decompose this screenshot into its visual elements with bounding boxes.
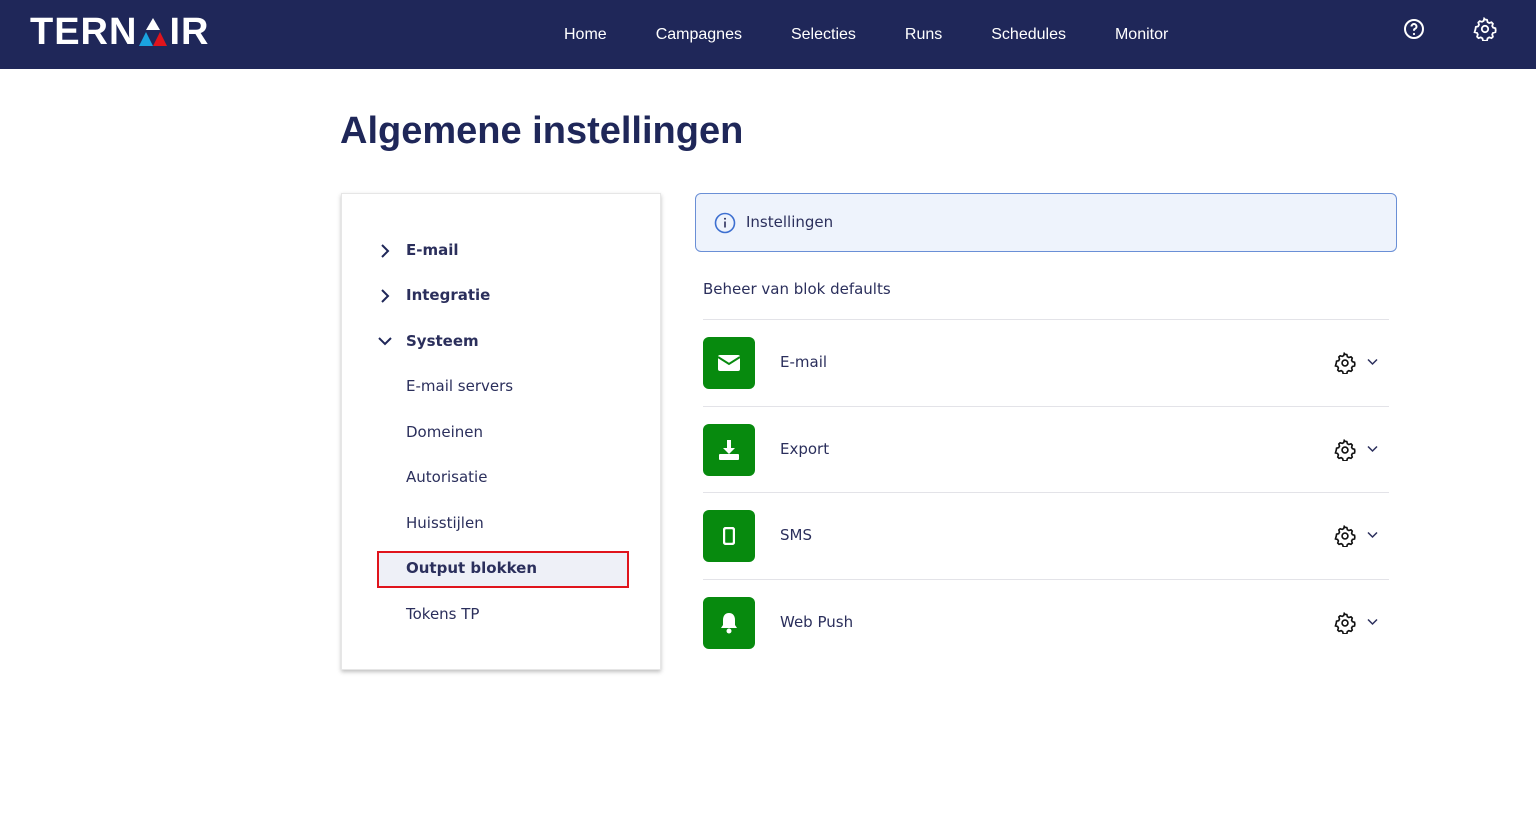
nav-monitor[interactable]: Monitor [1115,26,1168,44]
bell-icon [703,596,755,649]
nav-selecties[interactable]: Selecties [791,26,856,44]
sidebar-item-email[interactable]: E-mail [406,240,459,260]
block-label: Export [780,439,830,458]
sidebar-item-domeinen[interactable]: Domeinen [406,422,483,442]
sidebar-item-systeem[interactable]: Systeem [406,331,479,351]
chevron-down-icon[interactable] [1367,445,1378,453]
download-icon [703,423,755,476]
help-icon[interactable] [1402,17,1426,41]
block-row[interactable]: SMS [703,492,1389,579]
nav-campagnes[interactable]: Campagnes [656,26,742,44]
info-label: Instellingen [746,213,834,231]
logo-text-right: IR [169,10,210,53]
nav-home[interactable]: Home [564,26,607,44]
block-row[interactable]: Web Push [703,578,1389,666]
block-row[interactable]: Export [703,405,1389,493]
gear-icon[interactable] [1334,611,1356,635]
chevron-down-icon[interactable] [1367,531,1378,539]
sidebar-item-output-blokken[interactable]: Output blokken [406,558,537,578]
block-label: E-mail [780,353,828,371]
gear-icon[interactable] [1334,524,1356,548]
nav-schedules[interactable]: Schedules [991,26,1066,44]
chevron-down-icon[interactable] [378,334,392,348]
gear-icon[interactable] [1334,438,1356,462]
chevron-down-icon[interactable] [1367,358,1378,366]
chevron-right-icon[interactable] [378,289,392,303]
logo-text-left: TERN [30,10,138,53]
ternair-logo[interactable]: TERN IR [30,10,210,53]
sidebar-item-autorisatie[interactable]: Autorisatie [406,467,487,487]
sidebar-item-tokens-tp[interactable]: Tokens TP [406,604,479,624]
block-label: SMS [780,526,812,544]
page-title: Algemene instellingen [340,110,744,152]
block-label: Web Push [780,612,854,631]
info-icon [714,212,736,234]
info-banner: Instellingen [695,193,1397,252]
mobile-icon [703,510,755,562]
sidebar-item-integratie[interactable]: Integratie [406,285,490,305]
sidebar-item-email-servers[interactable]: E-mail servers [406,376,513,396]
envelope-icon [703,337,755,389]
settings-icon[interactable] [1473,17,1497,41]
settings-sidebar: E-mail Integratie Systeem E-mail servers… [341,193,661,670]
logo-triangle-icon [139,18,168,46]
top-navbar: TERN IR Home Campagnes Selecties Runs Sc… [0,0,1536,69]
block-row[interactable]: E-mail [703,319,1389,406]
nav-runs[interactable]: Runs [905,26,942,44]
sidebar-item-huisstijlen[interactable]: Huisstijlen [406,513,484,533]
chevron-right-icon[interactable] [378,244,392,258]
chevron-down-icon[interactable] [1367,618,1378,626]
gear-icon[interactable] [1334,351,1356,375]
section-subtitle: Beheer van blok defaults [703,280,891,298]
